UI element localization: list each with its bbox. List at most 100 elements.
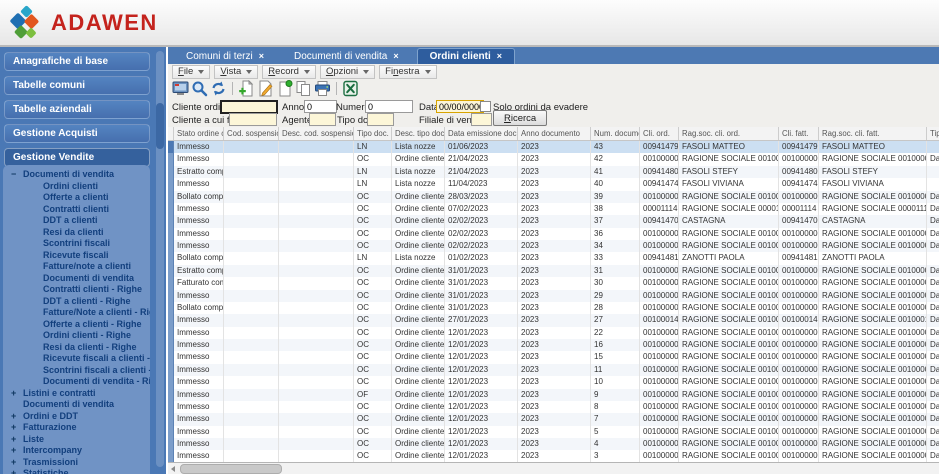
menu-finestra[interactable]: Finestra <box>379 65 437 79</box>
expand-icon[interactable]: + <box>3 434 23 446</box>
column-header-cod-sospensione[interactable]: Cod. sospensione <box>224 127 279 140</box>
tree-leaf-ricevute-fiscali[interactable]: Ricevute fiscali <box>3 250 150 262</box>
ricerca-button[interactable]: Ricerca <box>493 110 548 126</box>
scroll-left-arrow-icon[interactable] <box>171 466 175 472</box>
table-row[interactable]: Immesso OC Ordine cliente 02/02/2023 2023 36 0… <box>168 227 939 240</box>
column-header-rag-soc-cli-fatt[interactable]: Rag.soc. cli. fatt. <box>819 127 927 140</box>
table-row[interactable]: Immesso OC Ordine cliente 12/01/2023 2023 10 0… <box>168 376 939 389</box>
tree-leaf-contratti-clienti[interactable]: Contratti clienti <box>3 204 150 216</box>
expand-icon[interactable]: + <box>3 422 23 434</box>
tree-leaf-offerte-a-clienti-righe[interactable]: Offerte a clienti - Righe <box>3 319 150 331</box>
table-row[interactable]: Bollato completame LNLista nozze01/02/202… <box>168 252 939 265</box>
tree-node-listini-e-contratti[interactable]: + Listini e contratti <box>3 388 150 400</box>
tab-documenti-di-vendita[interactable]: Documenti di vendita × <box>282 49 411 64</box>
table-row[interactable]: Immesso OC Ordine cliente 12/01/2023 2023 22 0… <box>168 326 939 339</box>
search-icon[interactable] <box>191 80 208 97</box>
tree-leaf-resi-da-clienti-righe[interactable]: Resi da clienti - Righe <box>3 342 150 354</box>
expand-icon[interactable]: + <box>3 445 23 457</box>
tree-node-documenti-di-vendita[interactable]: Documenti di vendita <box>3 399 150 411</box>
tab-ordini-clienti[interactable]: Ordini clienti × <box>416 48 516 64</box>
sidebar-item-tabelle-comuni[interactable]: Tabelle comuni <box>4 76 150 95</box>
tree-leaf-fatture-note-a-clienti[interactable]: Fatture/note a clienti <box>3 261 150 273</box>
tree-leaf-ricevute-fiscali-a-clienti-righe[interactable]: Ricevute fiscali a clienti - Righe <box>3 353 150 365</box>
table-row[interactable]: Immesso OC Ordine cliente 12/01/2023 2023 15 0… <box>168 351 939 364</box>
tree-leaf-documenti-di-vendita-righe[interactable]: Documenti di vendita - Righe <box>3 376 150 388</box>
table-row[interactable]: Estratto completame OCOrdine cliente31/01… <box>168 264 939 278</box>
column-header-cli-fatt[interactable]: Cli. fatt. <box>779 127 819 140</box>
table-row[interactable]: Immesso OC Ordine cliente 12/01/2023 2023 3 00… <box>168 450 939 463</box>
column-header-tip[interactable]: Tip <box>927 127 939 140</box>
tree-leaf-contratti-clienti-righe[interactable]: Contratti clienti - Righe <box>3 284 150 296</box>
column-header-desc-cod-sospensione[interactable]: Desc. cod. sospensione <box>279 127 354 140</box>
tree-leaf-resi-da-clienti[interactable]: Resi da clienti <box>3 227 150 239</box>
table-row[interactable]: Immesso LN Lista nozze 01/06/2023 2023 43 0094… <box>168 141 939 154</box>
column-header-rag-soc-cli-ord[interactable]: Rag.soc. cli. ord. <box>679 127 779 140</box>
sidebar-item-anagrafiche-di-base[interactable]: Anagrafiche di base <box>4 52 150 71</box>
column-header-cli-ord[interactable]: Cli. ord. <box>640 127 679 140</box>
anno-input[interactable] <box>304 100 337 113</box>
table-row[interactable]: Estratto completame LNLista nozze21/04/20… <box>168 165 939 179</box>
tree-node-intercompany[interactable]: + Intercompany <box>3 445 150 457</box>
grid-scrollbar-thumb[interactable] <box>180 464 282 474</box>
table-row[interactable]: Immesso OC Ordine cliente 12/01/2023 2023 16 0… <box>168 339 939 352</box>
expand-icon[interactable]: + <box>3 457 23 469</box>
tab-close-icon[interactable]: × <box>497 49 502 64</box>
table-row[interactable]: Immesso OC Ordine cliente 07/02/2023 2023 38 0… <box>168 202 939 216</box>
expand-icon[interactable]: + <box>3 468 23 474</box>
navigator-icon[interactable] <box>172 80 189 97</box>
column-header-tipo-doc[interactable]: Tipo doc. <box>354 127 392 140</box>
new-record-icon[interactable] <box>238 80 255 97</box>
cliente-ordinante-input[interactable] <box>220 100 278 114</box>
collapse-icon[interactable]: − <box>3 169 23 181</box>
tree-node-ordini-e-ddt[interactable]: + Ordini e DDT <box>3 411 150 423</box>
tree-node-fatturazione[interactable]: + Fatturazione <box>3 422 150 434</box>
tree-leaf-ordini-clienti[interactable]: Ordini clienti <box>3 181 150 193</box>
tree-node-liste[interactable]: + Liste <box>3 434 150 446</box>
tree-node-trasmissioni[interactable]: + Trasmissioni <box>3 457 150 469</box>
tree-node-documenti-di-vendita[interactable]: − Documenti di vendita <box>3 169 150 181</box>
column-header-num-documento[interactable]: Num. documento <box>591 127 640 140</box>
menu-vista[interactable]: Vista <box>214 65 259 79</box>
print-icon[interactable] <box>314 80 331 97</box>
sidebar-item-gestione-acquisti[interactable]: Gestione Acquisti <box>4 124 150 143</box>
tree-leaf-ordini-clienti-righe[interactable]: Ordini clienti - Righe <box>3 330 150 342</box>
solo-ordini-checkbox[interactable] <box>480 101 491 112</box>
tree-node-statistiche[interactable]: + Statistiche <box>3 468 150 474</box>
tab-close-icon[interactable]: × <box>393 49 398 64</box>
tab-close-icon[interactable]: × <box>259 49 264 64</box>
numero-input[interactable] <box>365 100 413 113</box>
table-row[interactable]: Immesso OC Ordine cliente 02/02/2023 2023 37 0… <box>168 215 939 228</box>
tree-leaf-ddt-a-clienti[interactable]: DDT a clienti <box>3 215 150 227</box>
table-row[interactable]: Immesso LN Lista nozze 11/04/2023 2023 40 0094… <box>168 178 939 191</box>
tree-leaf-documenti-di-vendita[interactable]: Documenti di vendita <box>3 273 150 285</box>
tipo-doc-input[interactable] <box>367 113 394 126</box>
menu-record[interactable]: Record <box>262 65 316 79</box>
table-row[interactable]: Immesso OC Ordine cliente 12/01/2023 2023 4 00… <box>168 438 939 451</box>
copy-record-icon[interactable] <box>295 80 312 97</box>
tree-leaf-scontrini-fiscali-a-clienti-righe[interactable]: Scontrini fiscali a clienti - Righe <box>3 365 150 377</box>
view-record-icon[interactable] <box>276 80 293 97</box>
column-header-data-emissione-doc[interactable]: Data emissione doc. <box>445 127 518 140</box>
table-row[interactable]: Immesso OC Ordine cliente 12/01/2023 2023 11 0… <box>168 363 939 377</box>
table-row[interactable]: Immesso OC Ordine cliente 02/02/2023 2023 34 0… <box>168 240 939 253</box>
table-row[interactable]: Fatturato completam OCOrdine cliente31/01… <box>168 277 939 290</box>
table-row[interactable]: Immesso OF Ordine cliente 12/01/2023 2023 9 00… <box>168 388 939 401</box>
tab-comuni-di-terzi[interactable]: Comuni di terzi × <box>174 49 276 64</box>
table-row[interactable]: Immesso OC Ordine cliente 12/01/2023 2023 8 00… <box>168 400 939 414</box>
table-row[interactable]: Immesso OC Ordine cliente 12/01/2023 2023 5 00… <box>168 425 939 438</box>
export-excel-icon[interactable] <box>342 80 359 97</box>
sidebar-scrollbar[interactable] <box>156 51 164 467</box>
tree-leaf-fatture-note-a-clienti-righe[interactable]: Fatture/Note a clienti - Righe <box>3 307 150 319</box>
table-row[interactable]: Bollato completame OCOrdine cliente28/03/… <box>168 190 939 203</box>
column-header-desc-tipo-doc[interactable]: Desc. tipo doc. <box>392 127 445 140</box>
table-row[interactable]: Immesso OC Ordine cliente 27/01/2023 2023 27 0… <box>168 314 939 327</box>
data-input[interactable] <box>436 100 484 113</box>
table-row[interactable]: Immesso OC Ordine cliente 12/01/2023 2023 7 00… <box>168 413 939 426</box>
edit-record-icon[interactable] <box>257 80 274 97</box>
sidebar-item-tabelle-aziendali[interactable]: Tabelle aziendali <box>4 100 150 119</box>
table-row[interactable]: Immesso OC Ordine cliente 21/04/2023 2023 42 0… <box>168 153 939 166</box>
table-row[interactable]: Immesso OC Ordine cliente 31/01/2023 2023 29 0… <box>168 289 939 302</box>
grid-horizontal-scrollbar[interactable] <box>168 462 939 474</box>
table-row[interactable]: Bollato completame OCOrdine cliente31/01/… <box>168 301 939 315</box>
refresh-icon[interactable] <box>210 80 227 97</box>
